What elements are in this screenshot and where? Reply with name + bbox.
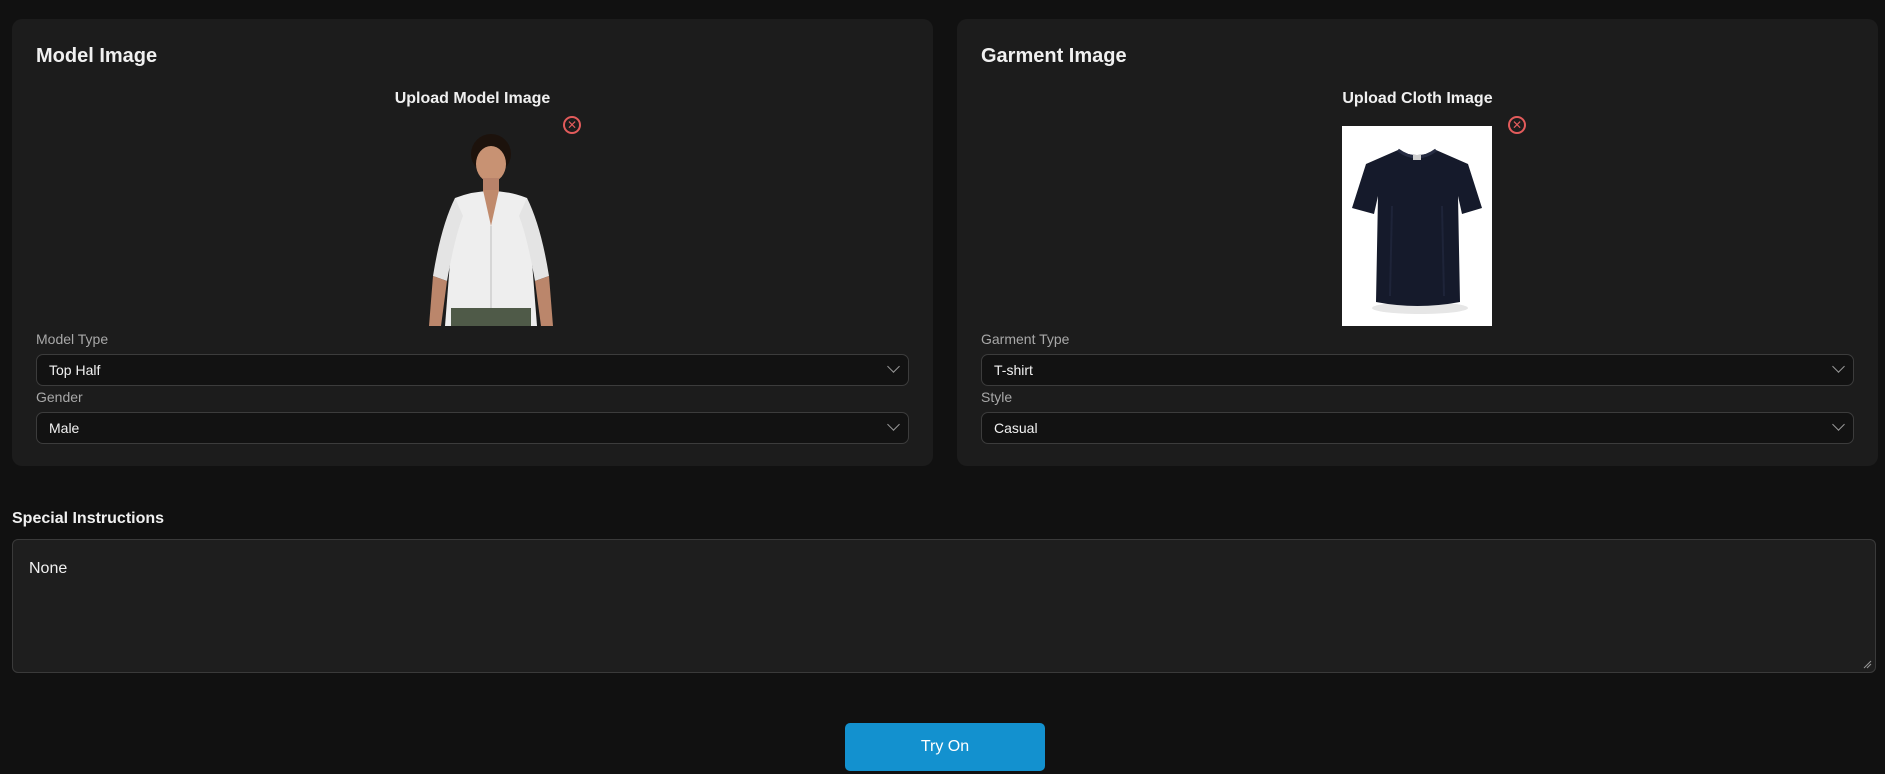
garment-type-value: T-shirt (994, 362, 1033, 378)
model-type-value: Top Half (49, 362, 101, 378)
close-circle-icon: ✕ (566, 118, 578, 132)
upload-model-image-label: Upload Model Image (394, 90, 551, 107)
model-type-label: Model Type (36, 331, 109, 347)
garment-image-title: Garment Image (981, 45, 1127, 67)
garment-image-panel: Garment Image Upload Cloth Image ✕ Garme… (957, 19, 1878, 466)
gender-value: Male (49, 420, 80, 436)
garment-type-select[interactable]: T-shirt (981, 354, 1854, 386)
chevron-down-icon (1832, 360, 1845, 373)
model-image-preview[interactable] (403, 126, 553, 326)
close-circle-icon: ✕ (1511, 118, 1523, 132)
tshirt-photo (1342, 126, 1492, 326)
gender-select[interactable]: Male (36, 412, 909, 444)
model-image-panel: Model Image Upload Model Image ✕ Model T… (12, 19, 933, 466)
gender-label: Gender (36, 389, 83, 405)
chevron-down-icon (887, 418, 900, 431)
chevron-down-icon (1832, 418, 1845, 431)
special-instructions-label: Special Instructions (12, 510, 165, 527)
try-on-button[interactable]: Try On (845, 723, 1045, 771)
model-type-select[interactable]: Top Half (36, 354, 909, 386)
chevron-down-icon (887, 360, 900, 373)
special-instructions-value: None (29, 560, 68, 577)
model-photo (429, 134, 553, 326)
remove-cloth-image-button[interactable]: ✕ (1508, 116, 1526, 134)
style-select[interactable]: Casual (981, 412, 1854, 444)
model-image-title: Model Image (36, 45, 158, 67)
resize-grip-icon[interactable] (1863, 660, 1872, 669)
upload-cloth-image-label: Upload Cloth Image (1342, 90, 1493, 107)
special-instructions-textarea[interactable]: None (12, 539, 1876, 673)
garment-type-label: Garment Type (981, 331, 1070, 347)
style-label: Style (981, 389, 1013, 405)
remove-model-image-button[interactable]: ✕ (563, 116, 581, 134)
style-value: Casual (994, 420, 1038, 436)
garment-image-preview[interactable] (1342, 126, 1492, 326)
